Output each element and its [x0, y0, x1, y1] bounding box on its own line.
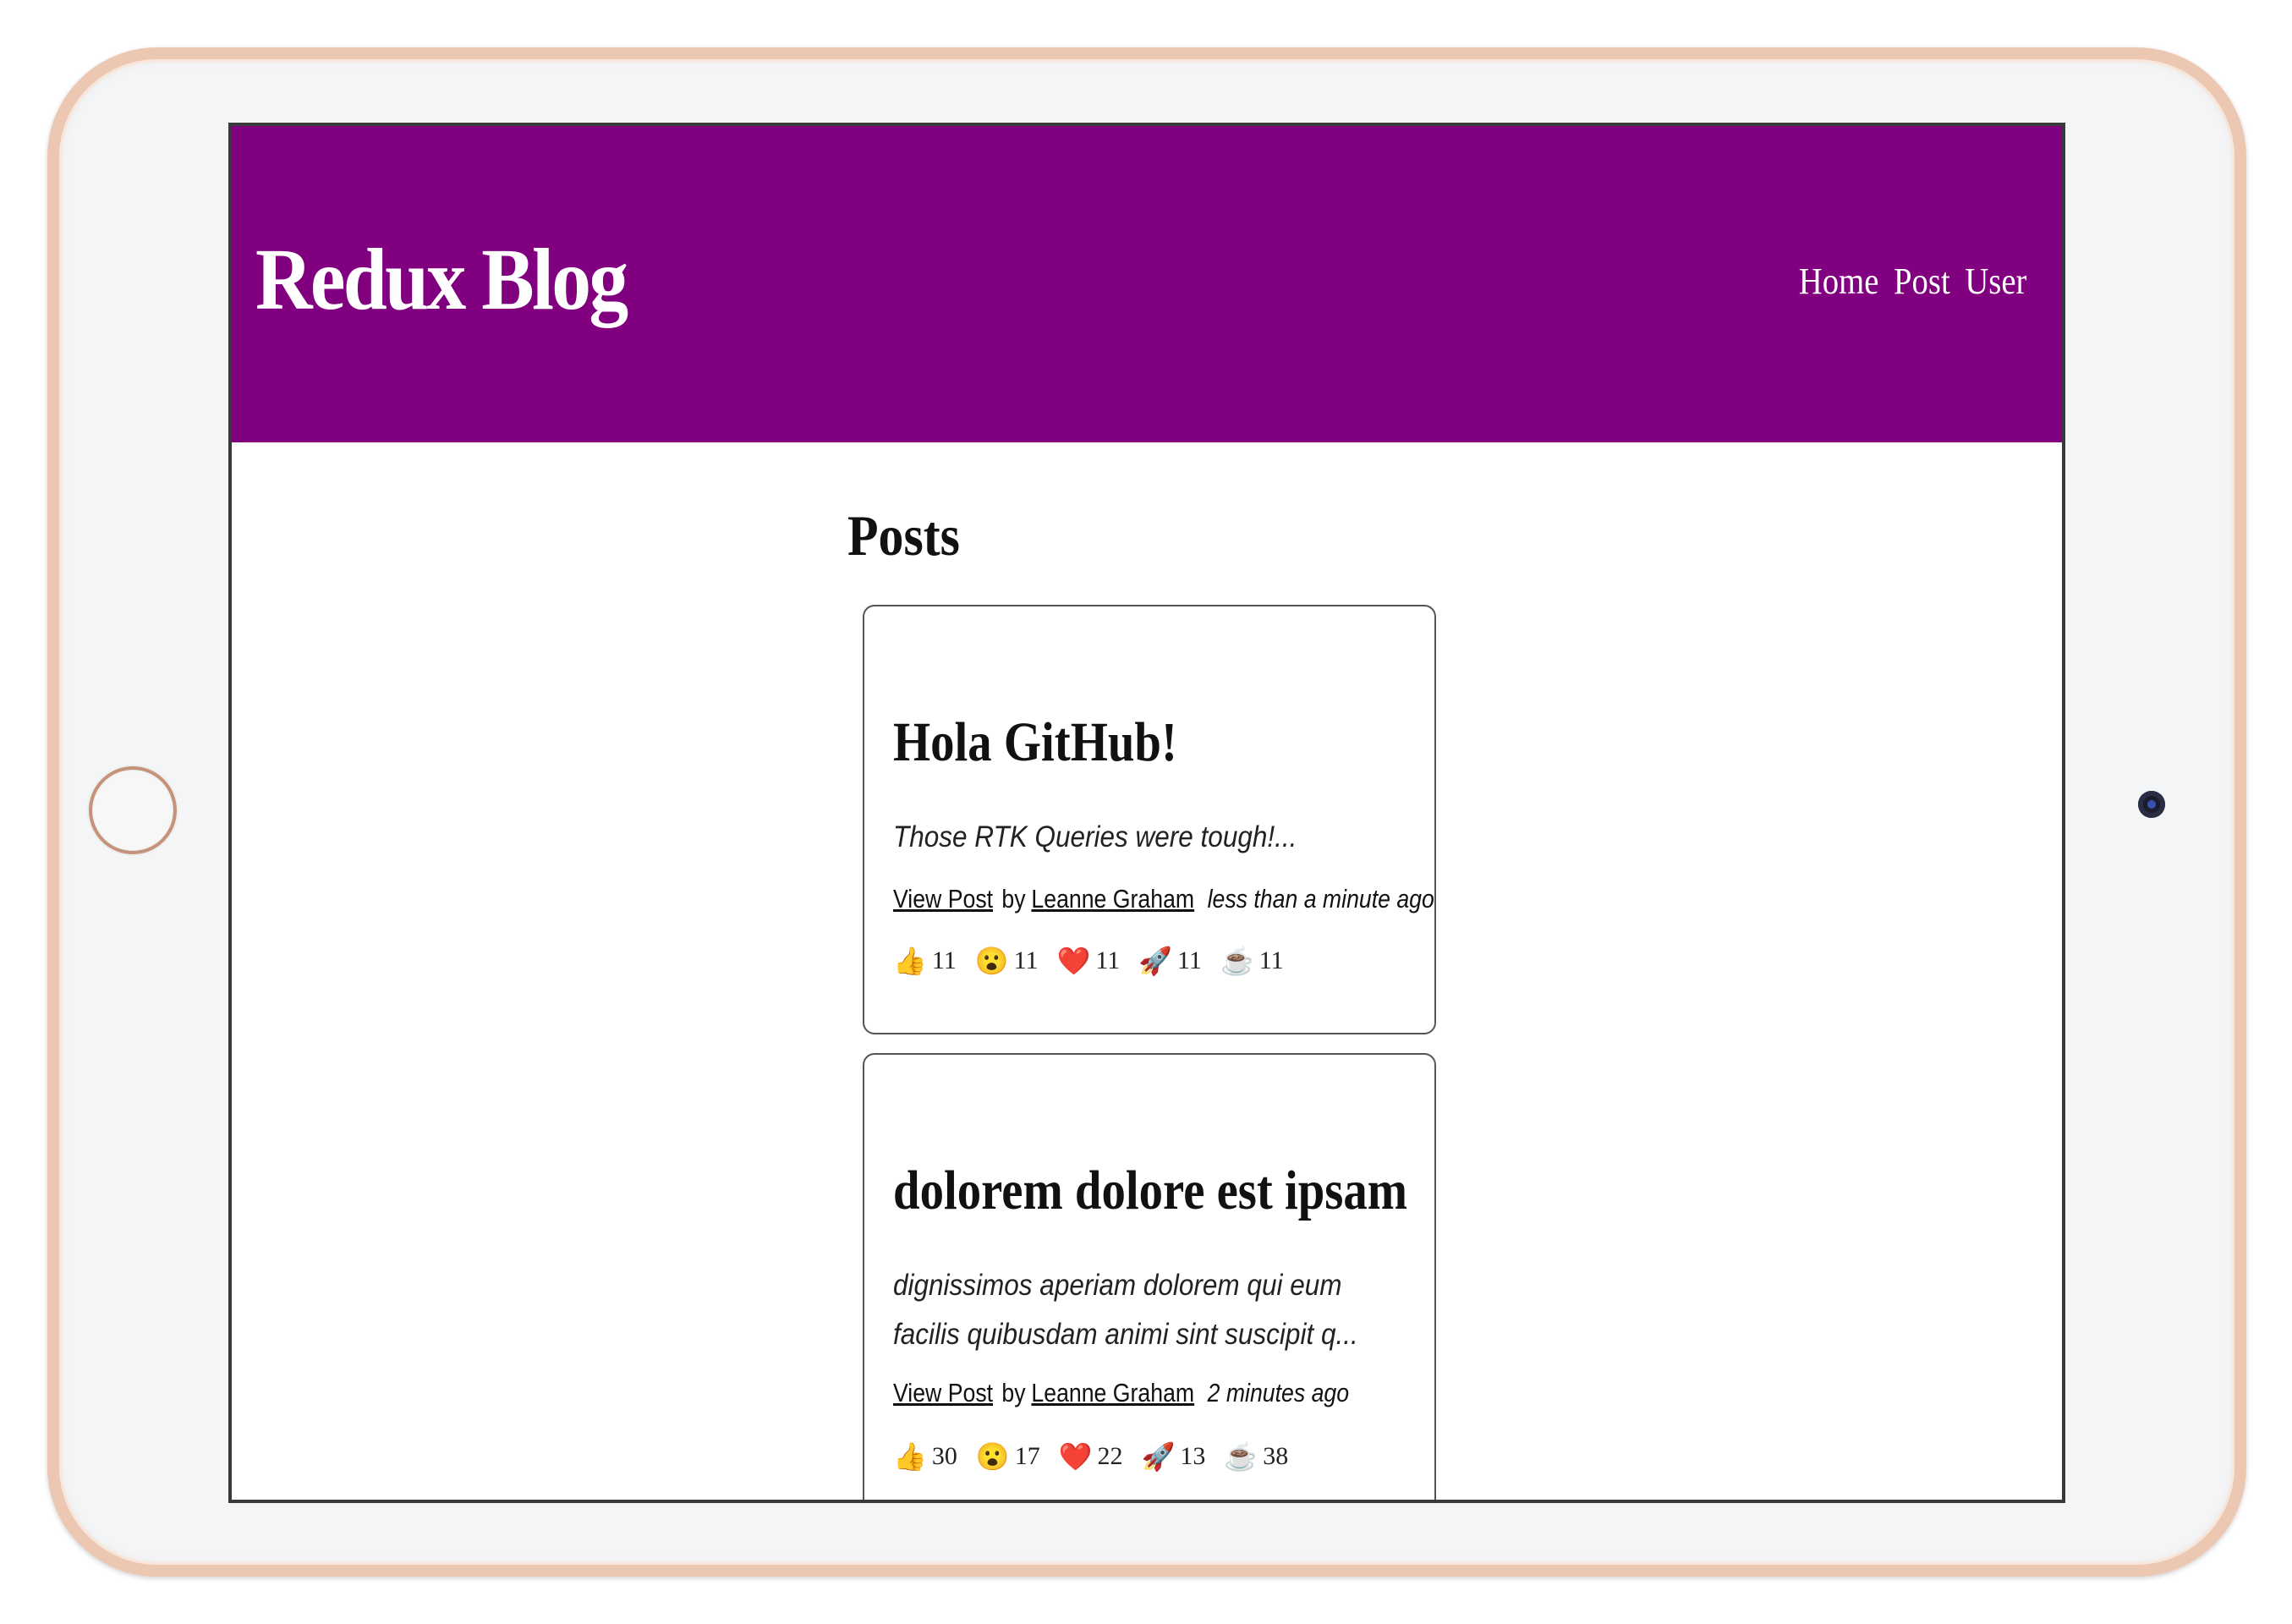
- reaction-count: 11: [1095, 946, 1121, 974]
- post-title: dolorem dolore est ipsam: [893, 1160, 1408, 1221]
- post-meta: View Post by Leanne Graham 2 minutes ago: [893, 1380, 1349, 1406]
- post-timestamp: 2 minutes ago: [1207, 1378, 1350, 1407]
- post-excerpt: dignissimos aperiam dolorem qui eum faci…: [893, 1269, 1358, 1351]
- tablet-home-button: [89, 766, 177, 854]
- wow-face-icon: 😮: [974, 946, 1009, 976]
- coffee-icon: ☕: [1224, 1441, 1258, 1472]
- page-title: Posts: [847, 503, 960, 568]
- reaction-count: 11: [1177, 946, 1202, 974]
- nav-home-link[interactable]: Home: [1798, 263, 1878, 300]
- heart-icon: ❤️: [1056, 946, 1091, 976]
- reaction-count: 13: [1180, 1442, 1206, 1470]
- post-timestamp: less than a minute ago: [1207, 884, 1434, 914]
- heart-icon: ❤️: [1058, 1441, 1093, 1472]
- wow-face-icon: 😮: [975, 1441, 1010, 1472]
- wow-reaction-button[interactable]: 😮 11: [975, 946, 1039, 975]
- thumbs-up-icon: 👍: [893, 1441, 927, 1472]
- heart-reaction-button[interactable]: ❤️ 22: [1059, 1442, 1123, 1471]
- reaction-buttons: 👍 11 😮 11 ❤️ 11 🚀 11 ☕ 11: [893, 946, 1284, 975]
- reaction-count: 17: [1014, 1442, 1040, 1470]
- reaction-count: 11: [931, 946, 957, 974]
- thumbs-up-reaction-button[interactable]: 👍 11: [893, 946, 957, 975]
- reaction-count: 30: [931, 1442, 957, 1470]
- post-card: dolorem dolore est ipsam dignissimos ape…: [863, 1053, 1436, 1500]
- rocket-icon: 🚀: [1138, 946, 1173, 976]
- thumbs-up-icon: 👍: [893, 946, 927, 976]
- reaction-count: 38: [1263, 1442, 1289, 1470]
- reaction-count: 11: [1258, 946, 1284, 974]
- app-screen: Redux Blog Home Post User Posts Hola Git…: [228, 123, 2065, 1503]
- view-post-link[interactable]: View Post: [893, 884, 993, 914]
- main-nav: Home Post User: [1798, 263, 2026, 300]
- wow-reaction-button[interactable]: 😮 17: [976, 1442, 1040, 1471]
- author-link[interactable]: Leanne Graham: [1031, 884, 1194, 914]
- view-post-link[interactable]: View Post: [893, 1378, 993, 1407]
- thumbs-up-reaction-button[interactable]: 👍 30: [893, 1442, 957, 1471]
- by-label: by: [1001, 884, 1026, 914]
- coffee-icon: ☕: [1220, 946, 1254, 976]
- camera-icon: [2138, 791, 2165, 818]
- reaction-buttons: 👍 30 😮 17 ❤️ 22 🚀 13 ☕ 38: [893, 1442, 1288, 1471]
- coffee-reaction-button[interactable]: ☕ 38: [1224, 1442, 1288, 1471]
- reaction-count: 11: [1013, 946, 1039, 974]
- by-label: by: [1001, 1378, 1026, 1407]
- post-title: Hola GitHub!: [893, 711, 1177, 773]
- post-excerpt: Those RTK Queries were tough!...: [893, 820, 1297, 853]
- nav-user-link[interactable]: User: [1965, 263, 2026, 300]
- rocket-reaction-button[interactable]: 🚀 13: [1142, 1442, 1206, 1471]
- coffee-reaction-button[interactable]: ☕ 11: [1220, 946, 1284, 975]
- author-link[interactable]: Leanne Graham: [1031, 1378, 1194, 1407]
- rocket-reaction-button[interactable]: 🚀 11: [1138, 946, 1202, 975]
- heart-reaction-button[interactable]: ❤️ 11: [1056, 946, 1120, 975]
- site-header: Redux Blog Home Post User: [232, 126, 2062, 442]
- brand-title: Redux Blog: [255, 231, 628, 328]
- nav-post-link[interactable]: Post: [1894, 263, 1950, 300]
- rocket-icon: 🚀: [1141, 1441, 1176, 1472]
- post-card: Hola GitHub! Those RTK Queries were toug…: [863, 605, 1436, 1034]
- post-meta: View Post by Leanne Graham less than a minu…: [893, 886, 1434, 912]
- reaction-count: 22: [1097, 1442, 1123, 1470]
